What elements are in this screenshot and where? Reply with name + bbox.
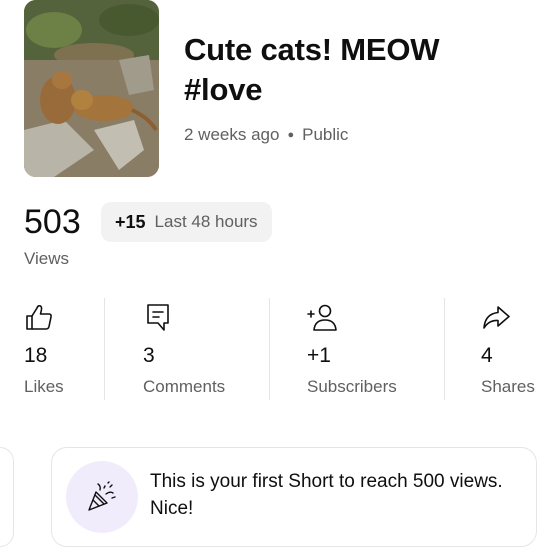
comments-label: Comments bbox=[143, 377, 226, 396]
views-delta-chip: +15 Last 48 hours bbox=[101, 202, 272, 242]
milestone-message: This is your first Short to reach 500 vi… bbox=[150, 471, 503, 519]
previous-card-edge[interactable] bbox=[0, 447, 14, 547]
video-meta: 2 weeks ago ● Public bbox=[184, 125, 348, 145]
stats-divider bbox=[444, 298, 445, 400]
stats-divider bbox=[269, 298, 270, 400]
upload-age: 2 weeks ago bbox=[184, 125, 280, 144]
comments-count: 3 bbox=[143, 344, 155, 367]
milestone-card[interactable]: This is your first Short to reach 500 vi… bbox=[51, 447, 537, 547]
share-icon bbox=[483, 306, 510, 329]
subscribers-label: Subscribers bbox=[307, 377, 397, 396]
likes-count: 18 bbox=[24, 344, 48, 367]
person-add-icon bbox=[307, 304, 337, 331]
engagement-stats: 18 Likes 3 Comments +1 Subscribers 4 Sha… bbox=[0, 298, 560, 400]
shares-label: Shares bbox=[481, 377, 535, 396]
visibility-status: Public bbox=[302, 125, 349, 144]
views-label: Views bbox=[24, 249, 70, 268]
thumbs-up-icon bbox=[26, 304, 52, 330]
views-count: 503 bbox=[24, 203, 81, 241]
comment-icon bbox=[147, 304, 169, 331]
views-delta-label: Last 48 hours bbox=[154, 212, 258, 231]
party-popper-icon bbox=[88, 481, 116, 511]
video-thumbnail[interactable] bbox=[24, 0, 159, 177]
video-title: Cute cats! MEOW #love bbox=[184, 32, 440, 107]
likes-label: Likes bbox=[24, 377, 64, 396]
subscribers-count: +1 bbox=[307, 344, 331, 367]
party-icon-badge bbox=[66, 461, 138, 533]
separator-dot: ● bbox=[287, 129, 295, 141]
views-delta-value: +15 bbox=[115, 211, 146, 232]
shares-count: 4 bbox=[481, 344, 493, 367]
stats-divider bbox=[104, 298, 105, 400]
